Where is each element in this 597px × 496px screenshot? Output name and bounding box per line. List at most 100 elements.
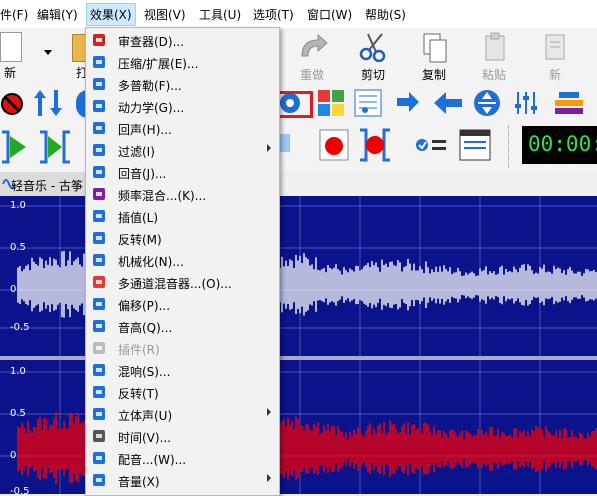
- effects-menu-item-label: 多普勒(F)...: [118, 79, 182, 93]
- toolbar-separator: [508, 126, 513, 168]
- menu-view[interactable]: 视图(V): [144, 6, 186, 23]
- effects-menu-item[interactable]: 时间(V)...: [86, 425, 279, 447]
- submenu-arrow-icon: [267, 144, 271, 152]
- menu-tools[interactable]: 工具(U): [199, 6, 241, 23]
- effects-menu-item-label: 回声(H)...: [118, 123, 172, 137]
- effects-menu-item[interactable]: 机械化(N)...: [86, 249, 279, 271]
- music-note-icon[interactable]: [353, 88, 383, 118]
- effects-menu-item[interactable]: 回声(H)...: [86, 117, 279, 139]
- new-button-label[interactable]: 新: [4, 64, 16, 81]
- effects-menu-item[interactable]: 立体声(U): [86, 403, 279, 425]
- expand-vertical-icon[interactable]: [472, 88, 502, 118]
- effects-menu-item-label: 时间(V)...: [118, 431, 172, 445]
- effects-menu-item-label: 频率混合...(K)...: [118, 189, 207, 203]
- effects-menu-item[interactable]: 音量(X): [86, 469, 279, 491]
- mechanize-icon: [91, 252, 107, 268]
- play-loop-icon[interactable]: [0, 130, 30, 164]
- effects-menu-item-label: 音高(Q)...: [118, 321, 173, 335]
- paste-button-label[interactable]: 粘贴: [482, 66, 506, 83]
- menu-effects[interactable]: 效果(X): [86, 3, 136, 26]
- effects-menu-item-label: 偏移(P)...: [118, 299, 171, 313]
- filter-icon: [91, 142, 107, 158]
- effects-menu-item[interactable]: 配音...(W)...: [86, 447, 279, 469]
- record-selection-icon[interactable]: [358, 128, 392, 162]
- reverb-icon: [91, 362, 107, 378]
- effects-menu-item[interactable]: 偏移(P)...: [86, 293, 279, 315]
- dub-icon: [91, 450, 107, 466]
- pitch-icon: [91, 318, 107, 334]
- level-meter-icon[interactable]: [553, 90, 585, 116]
- effects-menu-item-label: 反转(M): [118, 233, 162, 247]
- effects-menu-item[interactable]: 频率混合...(K)...: [86, 183, 279, 205]
- window-view-icon[interactable]: [458, 128, 492, 162]
- inspector-icon: [91, 32, 107, 48]
- copy-button-label[interactable]: 复制: [422, 66, 446, 83]
- effects-menu-item[interactable]: 回音(J)...: [86, 161, 279, 183]
- time-display-value: 00:00:: [528, 132, 597, 156]
- ch2-label-0: 0: [10, 450, 17, 461]
- ch1-label-1: 1.0: [10, 200, 26, 211]
- echo-icon: [91, 120, 107, 136]
- ch2-label-neg05: -0.5: [10, 486, 30, 494]
- scissors-icon[interactable]: [358, 32, 388, 62]
- effects-menu-item-label: 配音...(W)...: [118, 453, 187, 467]
- menu-bar: 件(F) 编辑(Y) 效果(X) 视图(V) 工具(U) 选项(T) 窗口(W)…: [0, 0, 597, 29]
- effects-menu-item-label: 审查器(D)...: [118, 35, 185, 49]
- redo-button-label[interactable]: 重做: [300, 66, 324, 83]
- chevron-down-icon[interactable]: [44, 50, 52, 55]
- effects-menu-item[interactable]: 多普勒(F)...: [86, 73, 279, 95]
- effects-menu-item-label: 反转(T): [118, 387, 159, 401]
- effects-menu-item-label: 动力学(G)...: [118, 101, 185, 115]
- effects-menu-item[interactable]: 反转(T): [86, 381, 279, 403]
- dynamics-icon: [91, 98, 107, 114]
- effects-menu-item[interactable]: 插值(L): [86, 205, 279, 227]
- effects-dropdown-menu: 审查器(D)... 压缩/扩展(E)... 多普勒(F)... 动力学(G)... 回声…: [85, 27, 280, 496]
- submenu-arrow-icon: [267, 408, 271, 416]
- effects-menu-item[interactable]: 反转(M): [86, 227, 279, 249]
- volume-icon: [91, 472, 107, 488]
- paste-icon[interactable]: [480, 32, 510, 64]
- effects-menu-item-label: 多通道混音器...(O)...: [118, 277, 232, 291]
- effects-menu-item-label: 混响(S)...: [118, 365, 171, 379]
- track-title: 轻音乐 - 古筝: [11, 179, 83, 193]
- cut-button-label[interactable]: 剪切: [361, 66, 385, 83]
- effects-menu-item[interactable]: 过滤(I): [86, 139, 279, 161]
- effects-menu-item-label: 压缩/扩展(E)...: [118, 57, 199, 71]
- compress-icon: [91, 54, 107, 70]
- effects-menu-item[interactable]: 审查器(D)...: [86, 29, 279, 51]
- clock-icon: [91, 428, 107, 444]
- equalizer-icon[interactable]: [512, 88, 542, 118]
- left-arrow-icon[interactable]: [432, 90, 464, 116]
- vertical-arrows-icon[interactable]: [32, 88, 64, 118]
- record-file-icon[interactable]: [318, 128, 350, 162]
- play-selection-icon[interactable]: [38, 130, 72, 164]
- menu-window[interactable]: 窗口(W): [307, 6, 352, 23]
- effects-menu-item[interactable]: 混响(S)...: [86, 359, 279, 381]
- multichannel-mixer-icon: [91, 274, 107, 290]
- menu-options[interactable]: 选项(T): [253, 6, 294, 23]
- redo-icon[interactable]: [296, 32, 330, 62]
- new2-button-label[interactable]: 新: [549, 66, 561, 83]
- new-window-icon[interactable]: [540, 32, 570, 64]
- effects-menu-item-label: 插值(L): [118, 211, 159, 225]
- copy-icon[interactable]: [420, 32, 450, 64]
- effects-menu-item[interactable]: 多通道混音器...(O)...: [86, 271, 279, 293]
- effects-menu-item[interactable]: 动力学(G)...: [86, 95, 279, 117]
- loop-arrows-icon[interactable]: [393, 88, 423, 118]
- menu-file[interactable]: 件(F): [0, 6, 28, 23]
- stop-sign-icon[interactable]: [0, 92, 24, 116]
- check-list-icon[interactable]: [414, 132, 448, 158]
- ch1-label-neg05: -0.5: [10, 322, 30, 333]
- effects-menu-item[interactable]: 音高(Q)...: [86, 315, 279, 337]
- reverb-echo-icon: [91, 164, 107, 180]
- effects-menu-item-label: 过滤(I): [118, 145, 155, 159]
- new-file-icon[interactable]: [0, 32, 22, 62]
- time-display: 00:00:: [522, 126, 597, 164]
- ch1-label-0: 0: [10, 284, 17, 295]
- menu-edit[interactable]: 编辑(Y): [37, 6, 78, 23]
- menu-help[interactable]: 帮助(S): [365, 6, 406, 23]
- plugin-colors-icon[interactable]: [316, 88, 346, 118]
- effects-menu-item-label: 音量(X): [118, 475, 160, 489]
- effects-menu-item-label: 机械化(N)...: [118, 255, 184, 269]
- effects-menu-item[interactable]: 压缩/扩展(E)...: [86, 51, 279, 73]
